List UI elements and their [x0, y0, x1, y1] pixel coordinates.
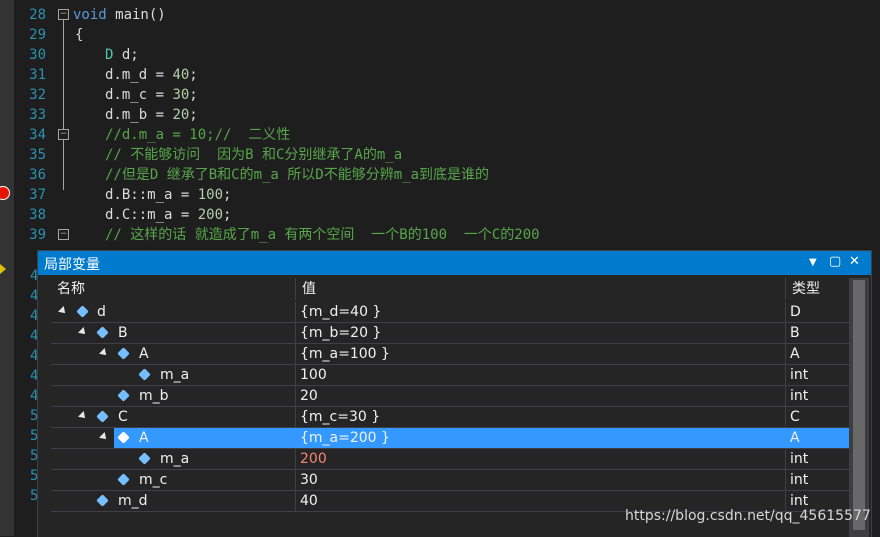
expanded-arrow-icon[interactable] [99, 432, 109, 442]
code-line-28: void main() [73, 7, 166, 23]
line-number: 38 [29, 207, 46, 223]
line-number: 33 [29, 107, 46, 123]
line-number: 39 [29, 227, 46, 243]
fold-guide [63, 20, 64, 130]
var-type: A [790, 346, 800, 362]
code-line-32: d.m_c = 30; [105, 87, 198, 103]
var-name: m_c [139, 472, 168, 488]
table-row[interactable]: m_c 30 int [51, 470, 849, 491]
line-number: 29 [29, 27, 46, 43]
var-type: int [790, 451, 809, 467]
var-name: A [139, 430, 149, 446]
var-name: B [118, 325, 128, 341]
table-row[interactable]: B {m_b=20 } B [51, 323, 849, 344]
field-icon [96, 494, 109, 507]
column-header-type[interactable]: 类型 [786, 278, 849, 300]
expanded-arrow-icon[interactable] [99, 348, 109, 358]
table-row[interactable]: d {m_d=40 } D [51, 302, 849, 323]
expanded-arrow-icon[interactable] [78, 327, 88, 337]
current-line-arrow-icon [0, 264, 6, 274]
var-type: int [790, 472, 809, 488]
object-icon [96, 410, 109, 423]
var-value[interactable]: {m_a=200 } [296, 428, 786, 448]
field-icon [117, 473, 130, 486]
code-line-33: d.m_b = 20; [105, 107, 198, 123]
scrollbar-thumb[interactable] [853, 280, 865, 530]
collapse-icon[interactable]: − [58, 229, 69, 240]
code-line-35: // 不能够访问 因为B 和C分别继承了A的m_a [105, 147, 403, 163]
var-type: int [790, 367, 809, 383]
locals-window[interactable]: 局部变量 ▼ ▢ ✕ 名称 值 类型 d {m_d=40 } D B {m_b=… [37, 250, 872, 537]
table-row-selected[interactable]: A {m_a=200 } A [51, 428, 849, 449]
var-value[interactable]: 100 [296, 365, 786, 385]
field-icon [138, 452, 151, 465]
code-line-37: d.B::m_a = 100; [105, 187, 232, 203]
var-name: C [118, 409, 128, 425]
code-line-34: //d.m_a = 10;// 二义性 [105, 127, 291, 143]
var-name: d [97, 304, 106, 320]
fold-guide [63, 140, 64, 190]
var-value[interactable]: {m_c=30 } [296, 407, 786, 427]
line-number: 34 [29, 127, 46, 143]
object-icon [117, 347, 130, 360]
expanded-arrow-icon[interactable] [58, 306, 68, 316]
field-icon [117, 389, 130, 402]
line-number: 30 [29, 47, 46, 63]
code-line-38: d.C::m_a = 200; [105, 207, 232, 223]
table-row[interactable]: C {m_c=30 } C [51, 407, 849, 428]
watermark: https://blog.csdn.net/qq_45615577 [625, 508, 871, 524]
code-line-30: D d; [105, 47, 139, 63]
code-line-31: d.m_d = 40; [105, 67, 198, 83]
var-type: A [790, 430, 800, 446]
vertical-scrollbar[interactable] [849, 278, 869, 537]
var-type: D [790, 304, 801, 320]
var-value[interactable]: 20 [296, 386, 786, 406]
table-row[interactable]: m_a 200 int [51, 449, 849, 470]
field-icon [138, 368, 151, 381]
line-number: 36 [29, 167, 46, 183]
var-type: B [790, 325, 800, 341]
expanded-arrow-icon[interactable] [78, 411, 88, 421]
dropdown-icon[interactable]: ▼ [809, 257, 817, 268]
var-type: C [790, 409, 800, 425]
line-number: 37 [29, 187, 46, 203]
code-line-29: { [75, 27, 84, 43]
var-value[interactable]: {m_d=40 } [296, 302, 786, 322]
var-value-changed[interactable]: 200 [296, 449, 786, 469]
code-line-39: // 这样的话 就造成了m_a 有两个空间 一个B的100 一个C的200 [105, 227, 540, 243]
var-name: m_a [160, 367, 190, 383]
table-row[interactable]: m_a 100 int [51, 365, 849, 386]
line-number: 35 [29, 147, 46, 163]
column-header-name[interactable]: 名称 [51, 278, 296, 300]
maximize-icon[interactable]: ▢ [829, 254, 841, 269]
var-value[interactable]: {m_a=100 } [296, 344, 786, 364]
var-type: int [790, 388, 809, 404]
locals-title-bar[interactable]: 局部变量 ▼ ▢ ✕ [38, 251, 871, 275]
line-number: 31 [29, 67, 46, 83]
code-line-36: //但是D 继承了B和C的m_a 所以D不能够分辨m_a到底是谁的 [105, 167, 490, 183]
object-icon [76, 305, 89, 318]
var-name: A [139, 346, 149, 362]
var-value[interactable]: 30 [296, 470, 786, 490]
line-number: 28 [29, 7, 46, 23]
column-header-value[interactable]: 值 [296, 278, 786, 300]
locals-grid[interactable]: 名称 值 类型 d {m_d=40 } D B {m_b=20 } B A {m… [51, 278, 849, 537]
var-name: m_d [118, 493, 148, 509]
var-name: m_a [160, 451, 190, 467]
close-icon[interactable]: ✕ [849, 254, 860, 269]
var-name: m_b [139, 388, 169, 404]
var-value[interactable]: {m_b=20 } [296, 323, 786, 343]
line-number: 32 [29, 87, 46, 103]
collapse-icon[interactable]: − [58, 9, 69, 20]
table-row[interactable]: m_b 20 int [51, 386, 849, 407]
table-row[interactable]: A {m_a=100 } A [51, 344, 849, 365]
object-icon [96, 326, 109, 339]
collapse-icon[interactable]: − [58, 129, 69, 140]
locals-title: 局部变量 [44, 257, 100, 273]
